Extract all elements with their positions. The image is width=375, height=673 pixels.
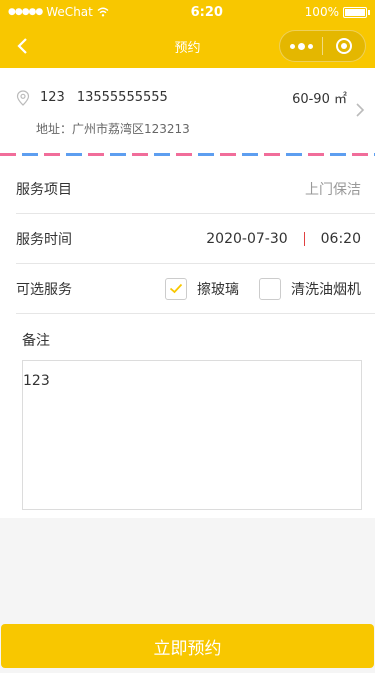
more-button[interactable]	[280, 31, 322, 61]
chevron-right-icon	[356, 103, 365, 117]
mini-program-capsule	[279, 30, 366, 62]
status-right: 100%	[304, 5, 370, 19]
date-time-separator	[303, 231, 305, 246]
status-left: ●●●●● WeChat	[8, 5, 109, 19]
remark-text: 123	[23, 373, 50, 389]
location-pin-icon	[16, 89, 30, 106]
more-dots-icon	[289, 42, 313, 50]
close-button[interactable]	[323, 31, 365, 61]
chevron-left-icon	[17, 38, 27, 54]
glass-option-label: 擦玻璃	[197, 281, 239, 298]
back-button[interactable]	[10, 33, 34, 59]
submit-button[interactable]: 立即预约	[1, 624, 374, 668]
service-item-label: 服务项目	[16, 181, 72, 198]
option-glass[interactable]: 擦玻璃	[165, 277, 239, 300]
glass-checkbox[interactable]	[165, 277, 187, 300]
hood-checkbox[interactable]	[259, 277, 281, 300]
address-card[interactable]: 123 13555555555 60-90 ㎡ 地址：广州市荔湾区123213	[0, 68, 375, 153]
time-picker[interactable]: 06:20	[321, 231, 361, 247]
battery-percent: 100%	[304, 5, 339, 19]
service-item-row[interactable]: 服务项目 上门保洁	[16, 164, 375, 214]
hood-option-label: 清洗油烟机	[291, 281, 361, 298]
remark-textarea[interactable]: 123	[22, 360, 362, 510]
battery-icon	[342, 6, 370, 18]
address-detail: 地址：广州市荔湾区123213	[36, 122, 190, 136]
signal-icon: ●●●●●	[8, 7, 43, 17]
optional-services-row: 可选服务 擦玻璃 清洗油烟机	[16, 264, 375, 314]
remark-section: 备注 123	[0, 314, 375, 518]
service-item-value: 上门保洁	[305, 181, 361, 198]
status-bar: ●●●●● WeChat 6:20 100%	[0, 0, 375, 24]
option-hood[interactable]: 清洗油烟机	[259, 277, 361, 300]
date-picker[interactable]: 2020-07-30	[206, 231, 287, 247]
house-area: 60-90 ㎡	[292, 92, 347, 107]
status-time: 6:20	[190, 4, 223, 20]
contact-name: 123	[40, 90, 65, 105]
service-time-label: 服务时间	[16, 231, 72, 248]
nav-bar: 预约	[0, 24, 375, 68]
circle-target-icon	[336, 38, 352, 54]
carrier-label: WeChat	[46, 5, 93, 19]
address-contact-row: 123 13555555555 60-90 ㎡	[16, 88, 347, 107]
form-content: 123 13555555555 60-90 ㎡ 地址：广州市荔湾区123213 …	[0, 68, 375, 518]
wifi-icon	[97, 7, 109, 17]
optional-services-label: 可选服务	[16, 281, 72, 298]
page-title: 预约	[174, 40, 201, 56]
checkmark-icon	[169, 283, 183, 294]
remark-label: 备注	[22, 333, 50, 349]
contact-phone: 13555555555	[76, 90, 168, 105]
service-time-row: 服务时间 2020-07-30 06:20	[16, 214, 375, 264]
